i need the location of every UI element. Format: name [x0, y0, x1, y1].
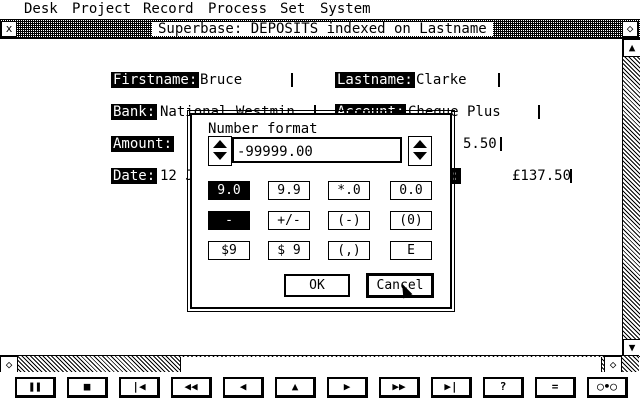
view-toggle-button[interactable]: ◯•◯ [587, 377, 628, 398]
menu-desk[interactable]: Desk [24, 2, 58, 16]
fast-reverse-button[interactable]: ◀◀ [171, 377, 212, 398]
fast-forward-button[interactable]: ▶▶ [379, 377, 420, 398]
format-input[interactable]: -99999.00 [232, 137, 402, 163]
firstname-label: Firstname: [111, 72, 200, 88]
full-box-icon[interactable]: ◇ [622, 21, 638, 37]
vertical-scrollbar[interactable]: ▲ ▼ [622, 39, 640, 357]
first-record-button[interactable]: |◀ [119, 377, 160, 398]
format-option-9.0[interactable]: 9.0 [208, 181, 250, 200]
ok-button[interactable]: OK [284, 274, 350, 297]
menu-project[interactable]: Project [72, 2, 131, 16]
last-record-button[interactable]: ▶| [431, 377, 472, 398]
format-spinner-left[interactable] [208, 136, 232, 166]
format-option-9.9[interactable]: 9.9 [268, 181, 310, 200]
close-box-icon[interactable]: x [1, 21, 17, 37]
menu-record[interactable]: Record [143, 2, 194, 16]
firstname-field[interactable]: Bruce [200, 73, 242, 87]
field-end-marker [291, 73, 293, 87]
horizontal-scroll-thumb[interactable] [180, 357, 602, 372]
window-title: Superbase: DEPOSITS indexed on Lastname [152, 22, 493, 36]
format-option-plus-minus[interactable]: +/- [268, 211, 310, 230]
spin-down-icon[interactable] [213, 152, 227, 160]
menu-set[interactable]: Set [280, 2, 305, 16]
help-button[interactable]: ? [483, 377, 524, 398]
format-option-star[interactable]: *.0 [328, 181, 370, 200]
spin-up-icon[interactable] [413, 140, 427, 148]
amount-field[interactable]: 5.50 [463, 137, 497, 151]
field-end-marker [570, 169, 572, 183]
eject-button[interactable]: ▲ [275, 377, 316, 398]
pause-button[interactable]: ❚❚ [15, 377, 56, 398]
dialog-title: Number format [208, 121, 318, 137]
stop-button[interactable]: ■ [67, 377, 108, 398]
format-spinner-right[interactable] [408, 136, 432, 166]
bank-label: Bank: [111, 104, 158, 120]
menu-system[interactable]: System [320, 2, 371, 16]
amount-label: Amount: [111, 136, 175, 152]
menu-process[interactable]: Process [208, 2, 267, 16]
lastname-field[interactable]: Clarke [416, 73, 467, 87]
format-option-paren-zero[interactable]: (0) [390, 211, 432, 230]
record-navigation-toolbar: ❚❚ ■ |◀ ◀◀ ◀ ▲ ▶ ▶▶ ▶| ? = ◯•◯ [0, 372, 640, 400]
next-record-button[interactable]: ▶ [327, 377, 368, 398]
spin-up-icon[interactable] [213, 140, 227, 148]
date-label: Date: [111, 168, 158, 184]
field-end-marker [538, 105, 540, 119]
balance-field[interactable]: £137.50 [512, 169, 571, 183]
number-format-dialog: Number format -99999.00 9.0 9.9 *.0 0.0 … [187, 110, 455, 312]
date-field[interactable]: 12 J [160, 169, 194, 183]
format-option-dollar-space[interactable]: $ 9 [268, 241, 310, 260]
horizontal-scrollbar[interactable]: ◇ ◇ [0, 355, 639, 374]
format-option-0.0[interactable]: 0.0 [390, 181, 432, 200]
previous-record-button[interactable]: ◀ [223, 377, 264, 398]
format-option-exponent[interactable]: E [390, 241, 432, 260]
format-option-dollar[interactable]: $9 [208, 241, 250, 260]
menu-bar: Desk Project Record Process Set System [0, 0, 640, 20]
spin-down-icon[interactable] [413, 152, 427, 160]
format-option-comma[interactable]: (,) [328, 241, 370, 260]
lastname-label: Lastname: [335, 72, 415, 88]
field-end-marker [500, 137, 502, 151]
format-option-minus[interactable]: - [208, 211, 250, 230]
equals-button[interactable]: = [535, 377, 576, 398]
scroll-up-icon[interactable]: ▲ [623, 39, 640, 57]
window-title-bar[interactable]: x Superbase: DEPOSITS indexed on Lastnam… [0, 20, 640, 39]
field-end-marker [498, 73, 500, 87]
format-option-paren-minus[interactable]: (-) [328, 211, 370, 230]
